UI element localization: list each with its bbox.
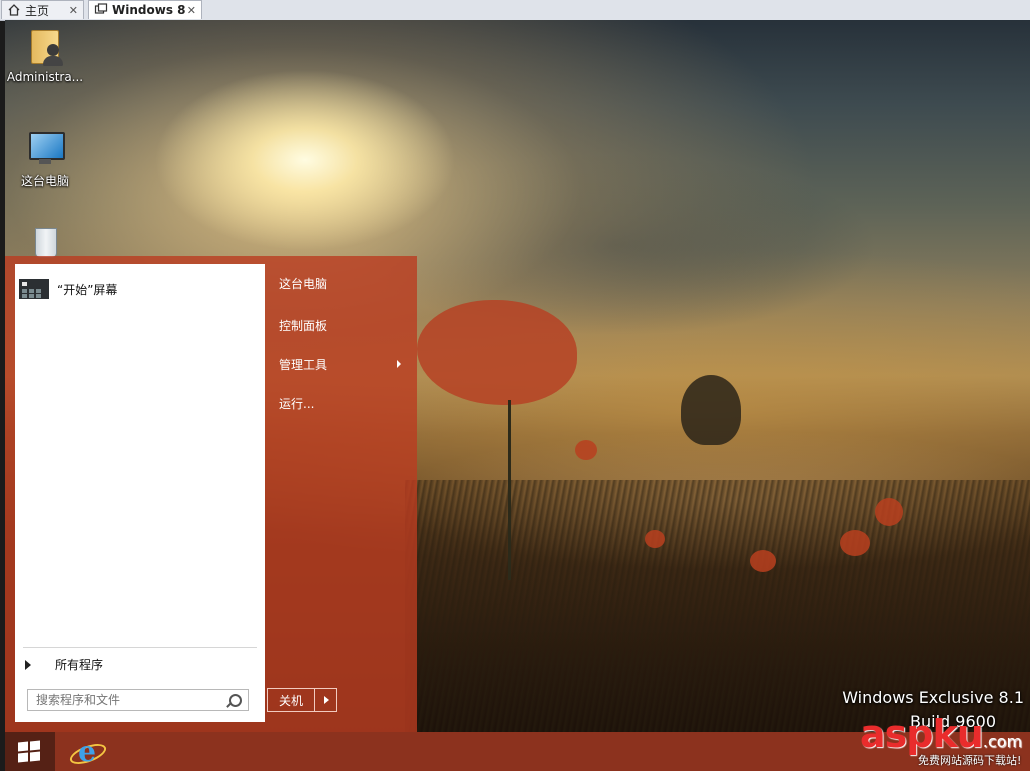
computer-icon bbox=[25, 128, 65, 168]
user-folder-icon bbox=[25, 26, 65, 66]
vm-icon bbox=[94, 3, 108, 17]
close-icon[interactable]: ✕ bbox=[69, 4, 78, 17]
start-menu-links-pane: 这台电脑 控制面板 管理工具 运行... bbox=[267, 256, 417, 732]
brand-watermark: aspku.com bbox=[860, 712, 1022, 756]
wallpaper-poppy bbox=[575, 440, 597, 460]
start-menu: “开始”屏幕 所有程序 这台电脑 控制面板 管理工具 运行... bbox=[5, 256, 417, 732]
link-admin-tools[interactable]: 管理工具 bbox=[279, 356, 402, 373]
tab-windows-8[interactable]: Windows 8 ✕ bbox=[88, 0, 202, 19]
wallpaper-tree bbox=[681, 375, 741, 445]
internet-explorer-icon[interactable]: e bbox=[67, 737, 109, 769]
windows-logo-icon bbox=[18, 740, 40, 763]
shutdown-options-arrow-icon[interactable] bbox=[315, 689, 336, 711]
wallpaper-poppy bbox=[750, 550, 776, 572]
search-input[interactable] bbox=[27, 689, 249, 711]
divider bbox=[23, 647, 257, 648]
brand-suffix: .com bbox=[982, 732, 1023, 751]
link-control-panel[interactable]: 控制面板 bbox=[279, 317, 327, 334]
all-programs-label: 所有程序 bbox=[55, 658, 104, 672]
link-this-pc[interactable]: 这台电脑 bbox=[279, 275, 327, 292]
shutdown-button[interactable]: 关机 bbox=[268, 689, 315, 711]
tab-windows-8-label: Windows 8 bbox=[112, 3, 186, 17]
wallpaper-stem bbox=[508, 400, 511, 580]
shutdown-control: 关机 bbox=[267, 688, 337, 712]
brand-subtitle: 免费网站源码下载站! bbox=[918, 754, 1022, 767]
wallpaper-poppy bbox=[875, 498, 903, 526]
close-icon[interactable]: ✕ bbox=[187, 4, 196, 17]
all-programs-button[interactable]: 所有程序 bbox=[25, 656, 103, 673]
start-screen-icon bbox=[19, 279, 49, 299]
brand-name: aspku bbox=[860, 712, 984, 756]
wallpaper-poppy bbox=[645, 530, 665, 548]
search-icon[interactable] bbox=[229, 694, 242, 707]
link-run[interactable]: 运行... bbox=[279, 395, 314, 412]
tab-home-label: 主页 bbox=[25, 3, 50, 18]
expand-arrow-icon bbox=[25, 659, 31, 670]
home-icon bbox=[7, 3, 21, 17]
desktop-icon-label: Administra... bbox=[6, 70, 84, 84]
start-menu-item-label: “开始”屏幕 bbox=[57, 282, 118, 297]
os-edition-text: Windows Exclusive 8.1 bbox=[842, 688, 1024, 707]
desktop-icon-administrator[interactable]: Administra... bbox=[5, 26, 85, 84]
start-menu-programs-pane: “开始”屏幕 所有程序 bbox=[15, 264, 265, 722]
desktop-icon-label: 这台电脑 bbox=[20, 174, 69, 188]
desktop-icon-this-pc[interactable]: 这台电脑 bbox=[5, 128, 85, 189]
tab-home[interactable]: 主页 ✕ bbox=[1, 0, 84, 19]
vm-tab-bar: 主页 ✕ Windows 8 ✕ bbox=[0, 0, 1030, 21]
start-menu-item-start-screen[interactable]: “开始”屏幕 bbox=[19, 278, 117, 300]
wallpaper-poppy bbox=[417, 300, 577, 405]
wallpaper-poppy bbox=[840, 530, 870, 556]
